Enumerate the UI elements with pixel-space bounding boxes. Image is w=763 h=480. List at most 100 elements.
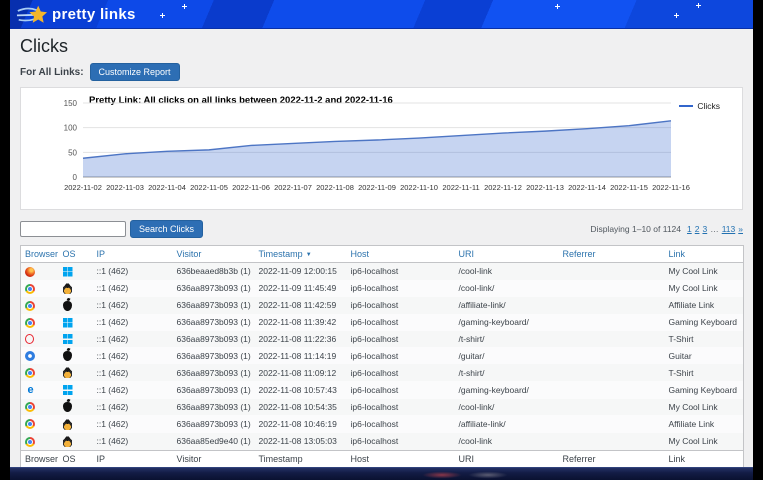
- link-link[interactable]: Gaming Keyboard: [665, 314, 744, 331]
- chrome-icon: [25, 368, 35, 378]
- svg-text:2022-11-12: 2022-11-12: [484, 183, 522, 192]
- link-link[interactable]: Affiliate Link: [665, 297, 744, 314]
- col-uri[interactable]: URI: [455, 246, 559, 263]
- customize-report-button[interactable]: Customize Report: [90, 63, 180, 81]
- os-cell: [59, 364, 93, 381]
- visitor-link[interactable]: 636beaaed8b3b (1): [173, 263, 255, 280]
- visitor-link[interactable]: 636aa8973b093 (1): [173, 280, 255, 297]
- ip-link[interactable]: ::1 (462): [93, 263, 173, 280]
- foot-col-ip: IP: [93, 450, 173, 467]
- host-cell: ip6-localhost: [347, 331, 455, 348]
- col-timestamp[interactable]: Timestamp▼: [255, 246, 347, 263]
- edge-icon: [25, 385, 36, 396]
- col-os[interactable]: OS: [59, 246, 93, 263]
- ip-link[interactable]: ::1 (462): [93, 415, 173, 432]
- svg-text:2022-11-08: 2022-11-08: [316, 183, 354, 192]
- ip-link[interactable]: ::1 (462): [93, 381, 173, 398]
- col-visitor[interactable]: Visitor: [173, 246, 255, 263]
- link-link[interactable]: T-Shirt: [665, 364, 744, 381]
- pagination-page-113[interactable]: 113: [722, 224, 736, 234]
- link-link[interactable]: My Cool Link: [665, 263, 744, 280]
- pagination-page-2[interactable]: 2: [695, 224, 700, 234]
- link-link[interactable]: My Cool Link: [665, 433, 744, 451]
- pretty-links-logo[interactable]: pretty links: [16, 3, 136, 26]
- visitor-link[interactable]: 636aa8973b093 (1): [173, 314, 255, 331]
- link-link[interactable]: T-Shirt: [665, 331, 744, 348]
- svg-text:2022-11-16: 2022-11-16: [652, 183, 690, 192]
- table-row: ::1 (462)636aa8973b093 (1)2022-11-08 11:…: [21, 347, 744, 364]
- referrer-cell: [559, 314, 665, 331]
- table-row: ::1 (462)636aa8973b093 (1)2022-11-08 10:…: [21, 381, 744, 398]
- table-row: ::1 (462)636beaaed8b3b (1)2022-11-09 12:…: [21, 263, 744, 280]
- col-referrer[interactable]: Referrer: [559, 246, 665, 263]
- host-cell: ip6-localhost: [347, 297, 455, 314]
- pretty-links-banner: pretty links: [10, 0, 753, 29]
- ip-link[interactable]: ::1 (462): [93, 297, 173, 314]
- col-ip[interactable]: IP: [93, 246, 173, 263]
- visitor-link[interactable]: 636aa85ed9e40 (1): [173, 433, 255, 451]
- os-cell: [59, 433, 93, 451]
- timestamp-cell: 2022-11-08 10:54:35: [255, 399, 347, 416]
- timestamp-cell: 2022-11-09 11:45:49: [255, 280, 347, 297]
- col-host[interactable]: Host: [347, 246, 455, 263]
- logo-text: pretty links: [52, 6, 136, 23]
- desktop-taskbar-strip: [10, 467, 753, 480]
- column-label: Browser: [25, 454, 58, 464]
- column-label: OS: [63, 249, 76, 259]
- pagination-page-1[interactable]: 1: [687, 224, 692, 234]
- link-link[interactable]: My Cool Link: [665, 399, 744, 416]
- pagination-page-3[interactable]: 3: [702, 224, 707, 234]
- link-link[interactable]: Affiliate Link: [665, 415, 744, 432]
- svg-text:2022-11-02: 2022-11-02: [64, 183, 102, 192]
- ip-link[interactable]: ::1 (462): [93, 280, 173, 297]
- chrome-icon: [25, 402, 35, 412]
- table-row: ::1 (462)636aa8973b093 (1)2022-11-08 11:…: [21, 297, 744, 314]
- svg-text:2022-11-15: 2022-11-15: [610, 183, 648, 192]
- referrer-cell: [559, 433, 665, 451]
- visitor-link[interactable]: 636aa8973b093 (1): [173, 415, 255, 432]
- uri-cell: /affiliate-link/: [455, 415, 559, 432]
- col-link[interactable]: Link: [665, 246, 744, 263]
- pagination-page-»[interactable]: »: [738, 224, 743, 234]
- link-link[interactable]: Guitar: [665, 347, 744, 364]
- visitor-link[interactable]: 636aa8973b093 (1): [173, 364, 255, 381]
- clicks-table: Browser OS IP Visitor Timestamp▼Host URI Refer…: [20, 245, 744, 467]
- uri-cell: /cool-link: [455, 433, 559, 451]
- svg-text:2022-11-07: 2022-11-07: [274, 183, 312, 192]
- ip-link[interactable]: ::1 (462): [93, 347, 173, 364]
- visitor-link[interactable]: 636aa8973b093 (1): [173, 381, 255, 398]
- browser-cell: [21, 263, 59, 280]
- visitor-link[interactable]: 636aa8973b093 (1): [173, 347, 255, 364]
- host-cell: ip6-localhost: [347, 381, 455, 398]
- ip-link[interactable]: ::1 (462): [93, 364, 173, 381]
- foot-col-timestamp: Timestamp: [255, 450, 347, 467]
- ip-link[interactable]: ::1 (462): [93, 433, 173, 451]
- page-title: Clicks: [20, 36, 753, 57]
- link-link[interactable]: Gaming Keyboard: [665, 381, 744, 398]
- shooting-star-icon: [16, 3, 48, 26]
- ip-link[interactable]: ::1 (462): [93, 399, 173, 416]
- visitor-link[interactable]: 636aa8973b093 (1): [173, 331, 255, 348]
- visitor-link[interactable]: 636aa8973b093 (1): [173, 297, 255, 314]
- search-input[interactable]: [20, 221, 126, 237]
- referrer-cell: [559, 381, 665, 398]
- link-link[interactable]: My Cool Link: [665, 280, 744, 297]
- host-cell: ip6-localhost: [347, 364, 455, 381]
- ip-link[interactable]: ::1 (462): [93, 331, 173, 348]
- windows-icon: [63, 318, 73, 328]
- host-cell: ip6-localhost: [347, 347, 455, 364]
- search-clicks-button[interactable]: Search Clicks: [130, 220, 203, 238]
- col-browser[interactable]: Browser: [21, 246, 59, 263]
- host-cell: ip6-localhost: [347, 415, 455, 432]
- clicks-table-body: ::1 (462)636beaaed8b3b (1)2022-11-09 12:…: [21, 263, 744, 451]
- browser-cell: [21, 280, 59, 297]
- column-label: URI: [459, 249, 475, 259]
- linux-icon: [63, 367, 72, 378]
- referrer-cell: [559, 280, 665, 297]
- windows-icon: [63, 334, 73, 344]
- referrer-cell: [559, 263, 665, 280]
- ip-link[interactable]: ::1 (462): [93, 314, 173, 331]
- column-label: Visitor: [177, 249, 202, 259]
- visitor-link[interactable]: 636aa8973b093 (1): [173, 399, 255, 416]
- os-cell: [59, 314, 93, 331]
